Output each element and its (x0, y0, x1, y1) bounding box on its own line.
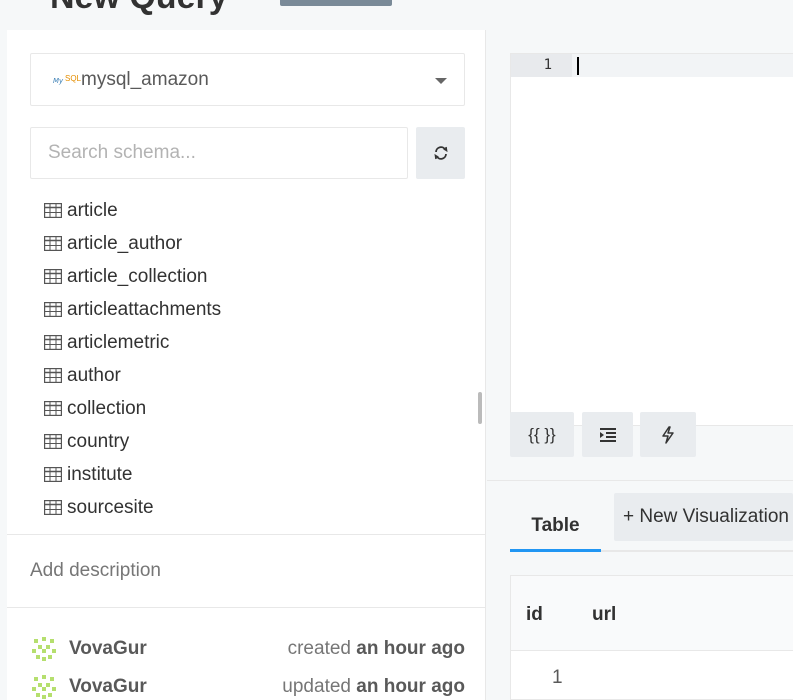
add-parameter-button[interactable]: {{ }} (510, 412, 574, 457)
table-cell: 1 (552, 667, 563, 688)
status-badge (280, 0, 392, 6)
page-header: New Query (0, 0, 793, 30)
schema-table-list: article article_author article_collectio… (44, 194, 464, 524)
schema-table-item[interactable]: articleattachments (44, 293, 464, 326)
schema-table-name: institute (67, 463, 133, 485)
active-tab-indicator (510, 549, 601, 552)
activity-time: an hour ago (356, 638, 465, 659)
autocomplete-button[interactable] (640, 412, 696, 457)
query-editor[interactable]: 1 (510, 53, 793, 426)
schema-table-name: article (67, 199, 118, 221)
lightning-icon (662, 425, 674, 444)
schema-table-item[interactable]: institute (44, 458, 464, 491)
schema-table-item[interactable]: article_collection (44, 260, 464, 293)
query-panel: 1 {{ }} Table + New Visualization id url… (487, 30, 793, 700)
parameter-braces-icon: {{ }} (528, 424, 556, 444)
text-cursor (577, 57, 579, 75)
schema-table-name: articleattachments (67, 298, 222, 320)
line-number: 1 (511, 54, 572, 77)
activity-created: VovaGur created an hour ago (30, 634, 465, 664)
activity-user[interactable]: VovaGur (69, 676, 147, 698)
table-icon (44, 236, 62, 251)
table-icon (44, 500, 62, 515)
avatar (30, 635, 58, 663)
table-icon (44, 302, 62, 317)
schema-table-name: sourcesite (67, 496, 154, 518)
page-title: New Query (50, 0, 228, 17)
schema-table-item[interactable]: country (44, 425, 464, 458)
activity-info: created an hour ago (288, 638, 465, 660)
divider (7, 607, 485, 608)
chevron-down-icon (435, 78, 447, 84)
column-header-url[interactable]: url (592, 604, 616, 626)
datasource-select[interactable]: My SQL mysql_amazon (30, 53, 465, 106)
indent-icon (599, 427, 616, 442)
activity-time: an hour ago (356, 676, 465, 697)
table-icon (44, 203, 62, 218)
table-icon (44, 467, 62, 482)
table-icon (44, 434, 62, 449)
table-icon (44, 401, 62, 416)
schema-table-item[interactable]: articlemetric (44, 326, 464, 359)
schema-table-item[interactable]: author (44, 359, 464, 392)
activity-action: created (287, 638, 351, 659)
results-header: id url (511, 576, 793, 651)
results-table: id url 1 (510, 575, 793, 700)
schema-panel: My SQL mysql_amazon article article_auth… (7, 30, 486, 700)
refresh-schema-button[interactable] (416, 127, 465, 179)
tab-table[interactable]: Table (510, 500, 601, 552)
schema-table-name: collection (67, 397, 147, 419)
column-header-id[interactable]: id (526, 604, 543, 626)
schema-table-item[interactable]: sourcesite (44, 491, 464, 524)
query-page: New Query My SQL mysql_amazon article ar… (0, 0, 793, 700)
mysql-logo-icon: My SQL (53, 73, 82, 85)
add-description-link[interactable]: Add description (30, 560, 161, 582)
schema-table-item[interactable]: collection (44, 392, 464, 425)
table-icon (44, 269, 62, 284)
schema-table-name: article_author (67, 232, 183, 254)
divider (487, 480, 793, 481)
schema-table-name: articlemetric (67, 331, 170, 353)
datasource-name: mysql_amazon (81, 68, 209, 90)
activity-updated: VovaGur updated an hour ago (30, 672, 465, 700)
activity-action: updated (282, 676, 351, 697)
divider (7, 534, 485, 535)
editor-gutter (511, 77, 572, 426)
schema-table-item[interactable]: article (44, 194, 464, 227)
table-icon (44, 335, 62, 350)
activity-user[interactable]: VovaGur (69, 638, 147, 660)
activity-info: updated an hour ago (282, 676, 465, 698)
schema-search-input[interactable] (30, 127, 408, 179)
schema-table-name: author (67, 364, 121, 386)
schema-table-name: article_collection (67, 265, 208, 287)
schema-table-name: country (67, 430, 130, 452)
table-icon (44, 368, 62, 383)
tab-bar-line (601, 550, 793, 552)
format-query-button[interactable] (582, 412, 633, 457)
schema-scrollbar[interactable] (478, 392, 482, 424)
refresh-icon (433, 146, 448, 160)
new-visualization-button[interactable]: + New Visualization (614, 493, 793, 541)
schema-table-item[interactable]: article_author (44, 227, 464, 260)
avatar (30, 673, 58, 700)
active-line (572, 54, 793, 77)
